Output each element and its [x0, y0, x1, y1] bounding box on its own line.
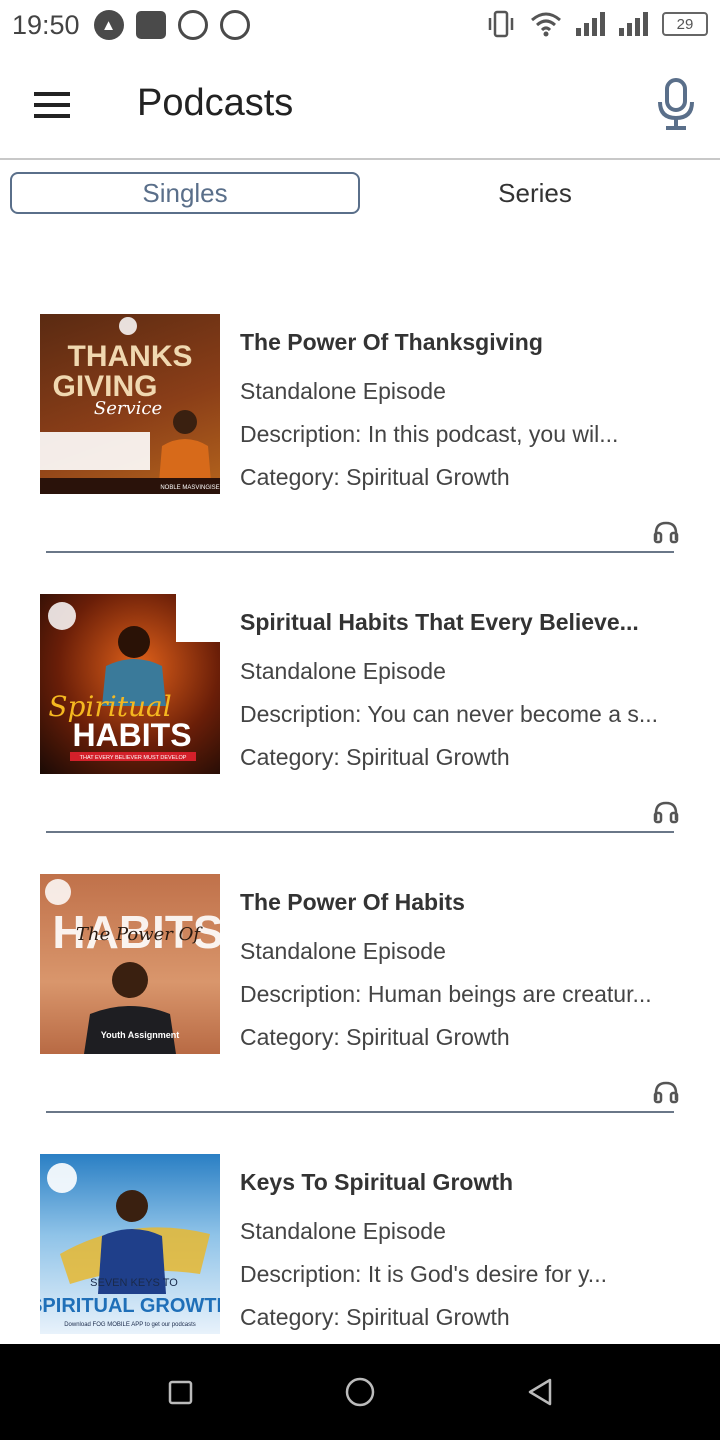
episode-title: Keys To Spiritual Growth — [240, 1169, 514, 1195]
hamburger-icon[interactable] — [34, 92, 70, 118]
episode-thumbnail: Spiritual HABITS THAT EVERY BELIEVER MUS… — [40, 594, 220, 774]
thumb-text: THAT EVERY BELIEVER MUST DEVELOP — [80, 755, 187, 761]
episode-title: The Power Of Habits — [240, 889, 465, 915]
thumb-text: SPIRITUAL GROWTH — [40, 1295, 220, 1317]
episode-category: Category: Spiritual Growth — [240, 744, 510, 770]
thumb-text: Youth Assignment — [101, 1030, 180, 1040]
divider — [46, 831, 674, 833]
list-item[interactable]: Spiritual HABITS THAT EVERY BELIEVER MUS… — [40, 594, 680, 834]
navigation-icon: ▲ — [93, 10, 124, 40]
thumb-text: HABITS — [72, 717, 191, 753]
episode-title: Spiritual Habits That Every Believe... — [240, 609, 639, 635]
episode-type: Standalone Episode — [240, 1218, 446, 1244]
thumb-text: THANKS — [68, 340, 193, 373]
wifi-icon — [531, 12, 561, 37]
tab-bar: Singles Series — [10, 172, 710, 214]
episode-thumbnail: SEVEN KEYS TO SPIRITUAL GROWTH Download … — [40, 1154, 220, 1334]
episode-type: Standalone Episode — [240, 938, 446, 964]
headphones-icon[interactable] — [653, 1080, 679, 1104]
page-title: Podcasts — [137, 82, 294, 124]
episode-info: The Power Of Thanksgiving Standalone Epi… — [240, 314, 680, 499]
status-bar: 19:50 ▲ 29 — [0, 0, 720, 50]
episode-description: Description: You can never become a s... — [240, 701, 659, 727]
home-icon[interactable] — [345, 1377, 375, 1407]
battery-icon: 29 — [662, 12, 708, 36]
recents-icon[interactable] — [168, 1380, 193, 1405]
status-system-icons: 29 — [486, 10, 708, 38]
whatsapp-icon — [219, 10, 250, 40]
thumb-text: NOBLE MASVINGISE — [160, 485, 219, 491]
vibrate-icon — [488, 10, 514, 38]
episode-description: Description: In this podcast, you wil... — [240, 421, 619, 447]
episode-category: Category: Spiritual Growth — [240, 1024, 510, 1050]
signal-icon — [619, 12, 648, 36]
thumb-text: The Power Of — [76, 924, 203, 945]
episode-description: Description: Human beings are creatur... — [240, 981, 652, 1007]
tab-singles[interactable]: Singles — [10, 172, 360, 214]
status-time: 19:50 — [12, 9, 80, 40]
list-item[interactable]: HABITS The Power Of Youth Assignment The… — [40, 874, 680, 1114]
episode-category: Category: Spiritual Growth — [240, 1304, 510, 1330]
system-nav-bar — [0, 1344, 720, 1440]
episode-info: Spiritual Habits That Every Believe... S… — [240, 594, 680, 779]
episode-category: Category: Spiritual Growth — [240, 464, 510, 490]
episode-thumbnail: THANKS GIVING Service NOBLE MASVINGISE — [40, 314, 220, 494]
divider — [46, 1111, 674, 1113]
episode-type: Standalone Episode — [240, 378, 446, 404]
thumb-text: SEVEN KEYS TO — [90, 1277, 178, 1289]
list-item[interactable]: THANKS GIVING Service NOBLE MASVINGISE T… — [40, 314, 680, 554]
whatsapp-icon — [177, 10, 208, 40]
status-notification-icons: ▲ — [93, 10, 250, 40]
signal-icon — [576, 12, 605, 36]
episode-info: Keys To Spiritual Growth Standalone Epis… — [240, 1154, 680, 1339]
headphones-icon[interactable] — [653, 520, 679, 544]
divider — [46, 551, 674, 553]
episode-thumbnail: HABITS The Power Of Youth Assignment — [40, 874, 220, 1054]
episode-title: The Power Of Thanksgiving — [240, 329, 543, 355]
app-bar: Podcasts — [0, 50, 720, 160]
episode-type: Standalone Episode — [240, 658, 446, 684]
episode-info: The Power Of Habits Standalone Episode D… — [240, 874, 680, 1059]
microphone-icon[interactable] — [656, 78, 696, 130]
thumb-text: Service — [94, 398, 162, 419]
headphones-icon[interactable] — [653, 800, 679, 824]
thumb-text: Download FOG MOBILE APP to get our podca… — [64, 1322, 196, 1328]
episode-description: Description: It is God's desire for y... — [240, 1261, 607, 1287]
back-icon[interactable] — [526, 1377, 554, 1407]
activity-icon — [135, 11, 166, 39]
tab-series[interactable]: Series — [360, 172, 710, 214]
